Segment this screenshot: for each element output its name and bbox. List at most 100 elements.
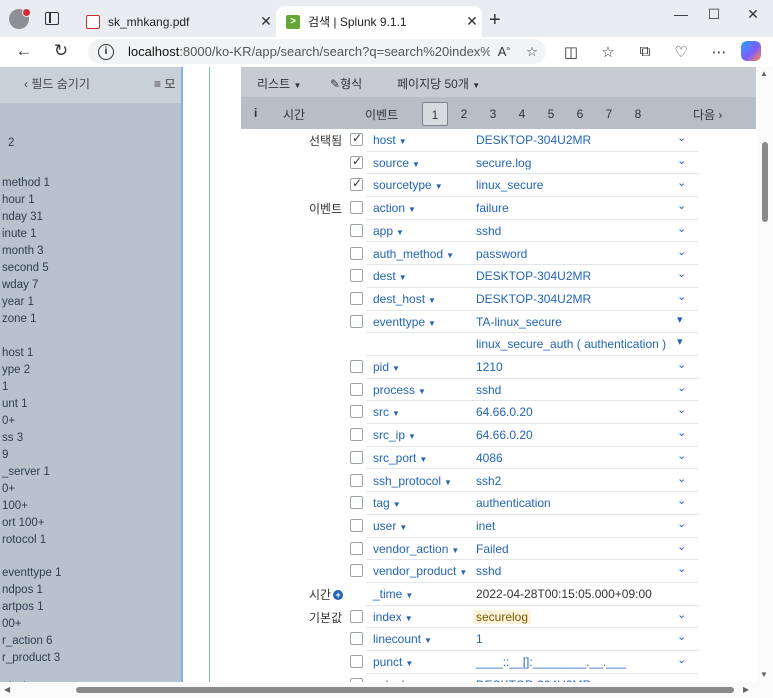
close-window-icon[interactable]: ✕	[738, 6, 768, 23]
profile-avatar-icon[interactable]	[9, 8, 31, 29]
sidebar-field-item[interactable]: ss 3	[2, 432, 23, 444]
field-name-dropdown[interactable]: src ▼	[373, 405, 400, 419]
sidebar-field-item[interactable]: artpos 1	[2, 601, 44, 613]
field-checkbox[interactable]	[350, 269, 363, 283]
scroll-down-icon[interactable]: ▼	[760, 670, 768, 679]
read-aloud-icon[interactable]: A»	[490, 44, 518, 59]
field-value[interactable]: securelog	[473, 609, 532, 624]
chevron-down-icon[interactable]: ▾	[677, 313, 683, 326]
field-value[interactable]: DESKTOP-304U2MR	[476, 269, 591, 283]
favorites-list-icon[interactable]: ☆	[597, 43, 619, 61]
sidebar-field-item[interactable]: nday 31	[2, 211, 43, 223]
chevron-down-icon[interactable]: ⌄	[677, 154, 686, 167]
field-checkbox[interactable]	[350, 382, 363, 396]
address-bar[interactable]: i localhost:8000/ko-KR/app/search/search…	[88, 39, 546, 64]
time-column-header[interactable]: 시간	[283, 106, 305, 123]
field-name-dropdown[interactable]: vendor_product ▼	[373, 564, 467, 578]
field-name-dropdown[interactable]: index ▼	[373, 610, 413, 624]
chevron-down-icon[interactable]: ⌄	[677, 358, 686, 371]
field-name-dropdown[interactable]: pid ▼	[373, 360, 400, 374]
field-name-dropdown[interactable]: _time ▼	[373, 587, 413, 601]
chevron-down-icon[interactable]: ⌄	[677, 131, 686, 144]
field-value[interactable]: 64.66.0.20	[476, 405, 533, 419]
field-checkbox[interactable]	[350, 496, 363, 510]
sidebar-field-item[interactable]: 9	[2, 449, 8, 461]
field-name-dropdown[interactable]: dest ▼	[373, 269, 407, 283]
horizontal-scroll-thumb[interactable]	[76, 687, 734, 693]
collections-icon[interactable]: ⧉	[634, 43, 656, 60]
sidebar-field-item[interactable]: 2	[8, 137, 14, 149]
tab-actions-icon[interactable]	[45, 12, 59, 25]
field-checkbox[interactable]	[350, 314, 363, 328]
field-name-dropdown[interactable]: linecount ▼	[373, 632, 432, 646]
event-column-header[interactable]: 이벤트	[365, 106, 398, 123]
field-checkbox[interactable]	[350, 291, 363, 305]
field-name-dropdown[interactable]: app ▼	[373, 224, 404, 238]
field-value[interactable]: 1	[476, 632, 483, 646]
sidebar-field-item[interactable]: eventtype 1	[2, 567, 61, 579]
sidebar-field-item[interactable]: 100+	[2, 500, 28, 512]
chevron-down-icon[interactable]: ⌄	[677, 199, 686, 212]
browser-tab-splunk[interactable]: > 검색 | Splunk 9.1.1 ✕	[276, 6, 482, 37]
chevron-down-icon[interactable]: ⌄	[677, 472, 686, 485]
page-3-button[interactable]: 3	[480, 102, 506, 126]
page-1-button[interactable]: 1	[422, 102, 448, 126]
field-checkbox[interactable]	[350, 541, 363, 555]
minimize-icon[interactable]: —	[666, 6, 696, 22]
chevron-down-icon[interactable]: ⌄	[677, 608, 686, 621]
sidebar-field-item[interactable]: second 5	[2, 262, 49, 274]
field-value[interactable]: linux_secure	[476, 178, 543, 192]
field-name-dropdown[interactable]: auth_method ▼	[373, 247, 454, 261]
format-button[interactable]: ✎형식	[330, 75, 362, 92]
vertical-scrollbar[interactable]: ▲ ▼	[757, 67, 773, 682]
sidebar-field-item[interactable]: 0+	[2, 483, 15, 495]
field-checkbox[interactable]	[350, 609, 363, 623]
chevron-down-icon[interactable]: ⌄	[677, 540, 686, 553]
chevron-down-icon[interactable]: ⌄	[677, 290, 686, 303]
field-name-dropdown[interactable]: eventtype ▼	[373, 315, 436, 329]
field-checkbox[interactable]	[350, 564, 363, 578]
field-value[interactable]: DESKTOP-304U2MR	[476, 292, 591, 306]
sidebar-field-item[interactable]: rotocol 1	[2, 534, 46, 546]
scroll-right-icon[interactable]: ▶	[743, 685, 749, 694]
field-value[interactable]: inet	[476, 519, 495, 533]
sidebar-field-item[interactable]: host 1	[2, 347, 33, 359]
field-checkbox[interactable]	[350, 246, 363, 260]
field-checkbox[interactable]	[350, 360, 363, 373]
more-menu-icon[interactable]: ⋯	[708, 43, 730, 61]
field-name-dropdown[interactable]: user ▼	[373, 519, 407, 533]
field-name-dropdown[interactable]: source ▼	[373, 156, 420, 170]
field-checkbox[interactable]	[350, 201, 363, 215]
favorite-star-icon[interactable]: ☆	[518, 44, 546, 60]
field-name-dropdown[interactable]: punct ▼	[373, 655, 413, 669]
field-value[interactable]: 64.66.0.20	[476, 428, 533, 442]
page-4-button[interactable]: 4	[509, 102, 535, 126]
chevron-down-icon[interactable]: ⌄	[677, 245, 686, 258]
chevron-down-icon[interactable]: ⌄	[677, 449, 686, 462]
sidebar-field-item[interactable]: r_action 6	[2, 635, 53, 647]
copilot-icon[interactable]	[741, 41, 761, 61]
chevron-down-icon[interactable]: ⌄	[677, 426, 686, 439]
field-checkbox[interactable]	[350, 518, 363, 532]
new-tab-button[interactable]: +	[489, 9, 501, 32]
sidebar-field-item[interactable]: wday 7	[2, 279, 38, 291]
field-checkbox[interactable]	[350, 223, 363, 237]
page-8-button[interactable]: 8	[625, 102, 651, 126]
back-arrow-icon[interactable]: ←	[12, 41, 36, 61]
chevron-down-icon[interactable]: ⌄	[677, 517, 686, 530]
field-name-dropdown[interactable]: process ▼	[373, 383, 426, 397]
chevron-down-icon[interactable]: ⌄	[677, 562, 686, 575]
next-page-link[interactable]: 다음 ›	[693, 106, 722, 123]
chevron-down-icon[interactable]: ⌄	[677, 403, 686, 416]
maximize-icon[interactable]: ☐	[699, 6, 729, 23]
site-info-icon[interactable]: i	[98, 43, 114, 60]
close-tab-icon[interactable]: ✕	[256, 13, 276, 30]
field-value[interactable]: TA-linux_secure	[476, 315, 562, 329]
field-value[interactable]: ____::__[]:________.__.___	[476, 655, 626, 669]
field-checkbox[interactable]	[350, 655, 363, 669]
field-value[interactable]: 1210	[476, 360, 503, 374]
field-checkbox[interactable]	[350, 632, 363, 646]
field-value[interactable]: DESKTOP-304U2MR	[476, 133, 591, 147]
field-value[interactable]: sshd	[476, 383, 501, 397]
sidebar-field-item[interactable]: 1	[2, 381, 8, 393]
